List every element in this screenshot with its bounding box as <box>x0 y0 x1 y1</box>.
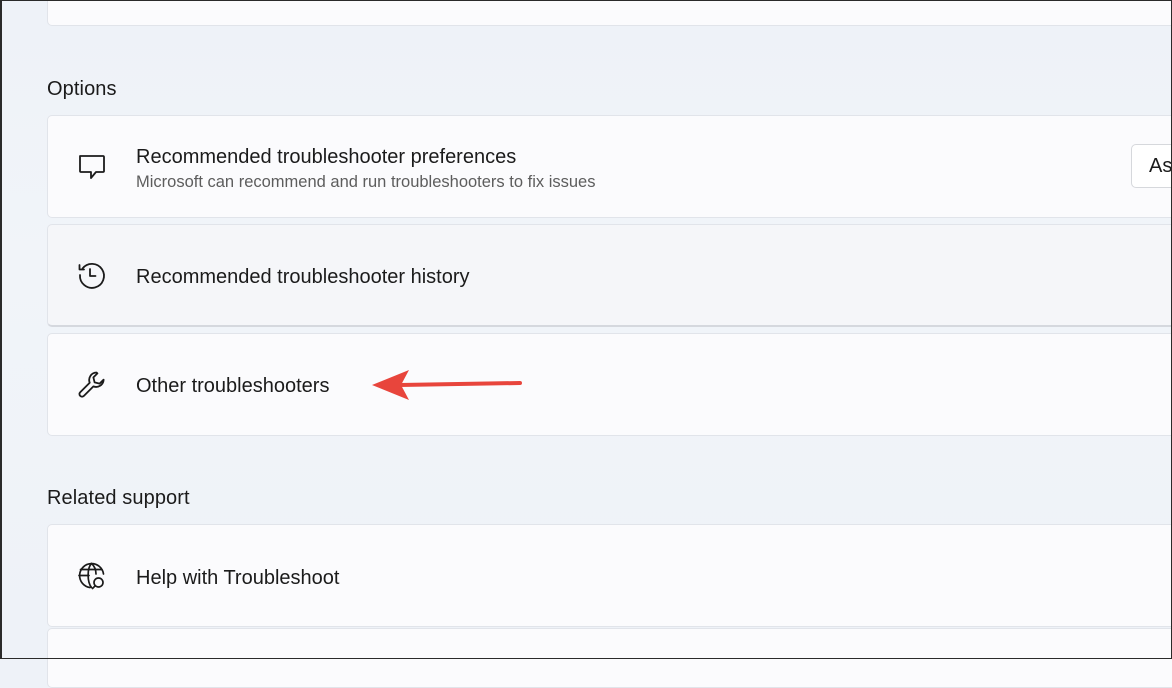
troubleshooter-preferences-description: Microsoft can recommend and run troubles… <box>136 173 596 191</box>
history-icon <box>76 259 108 291</box>
options-section-title: Options <box>47 78 117 100</box>
troubleshooter-history-card[interactable]: Recommended troubleshooter history <box>47 224 1172 327</box>
chat-bubble-icon <box>76 151 108 183</box>
related-support-section-title: Related support <box>47 487 190 509</box>
other-troubleshooters-label: Other troubleshooters <box>136 375 330 397</box>
troubleshooter-history-label: Recommended troubleshooter history <box>136 266 470 288</box>
wrench-icon <box>76 369 108 401</box>
related-support-next-card[interactable] <box>47 628 1172 688</box>
annotation-arrow-icon <box>372 370 522 400</box>
troubleshooter-preferences-dropdown[interactable]: As <box>1131 144 1172 188</box>
help-with-troubleshoot-card[interactable]: Help with Troubleshoot <box>47 524 1172 627</box>
troubleshooter-preferences-label: Recommended troubleshooter preferences <box>136 146 517 168</box>
troubleshooter-preferences-card[interactable]: Recommended troubleshooter preferences M… <box>47 115 1172 218</box>
globe-search-icon <box>76 560 108 592</box>
help-with-troubleshoot-label: Help with Troubleshoot <box>136 567 340 589</box>
previous-settings-card <box>47 0 1172 26</box>
other-troubleshooters-card[interactable]: Other troubleshooters <box>47 333 1172 436</box>
